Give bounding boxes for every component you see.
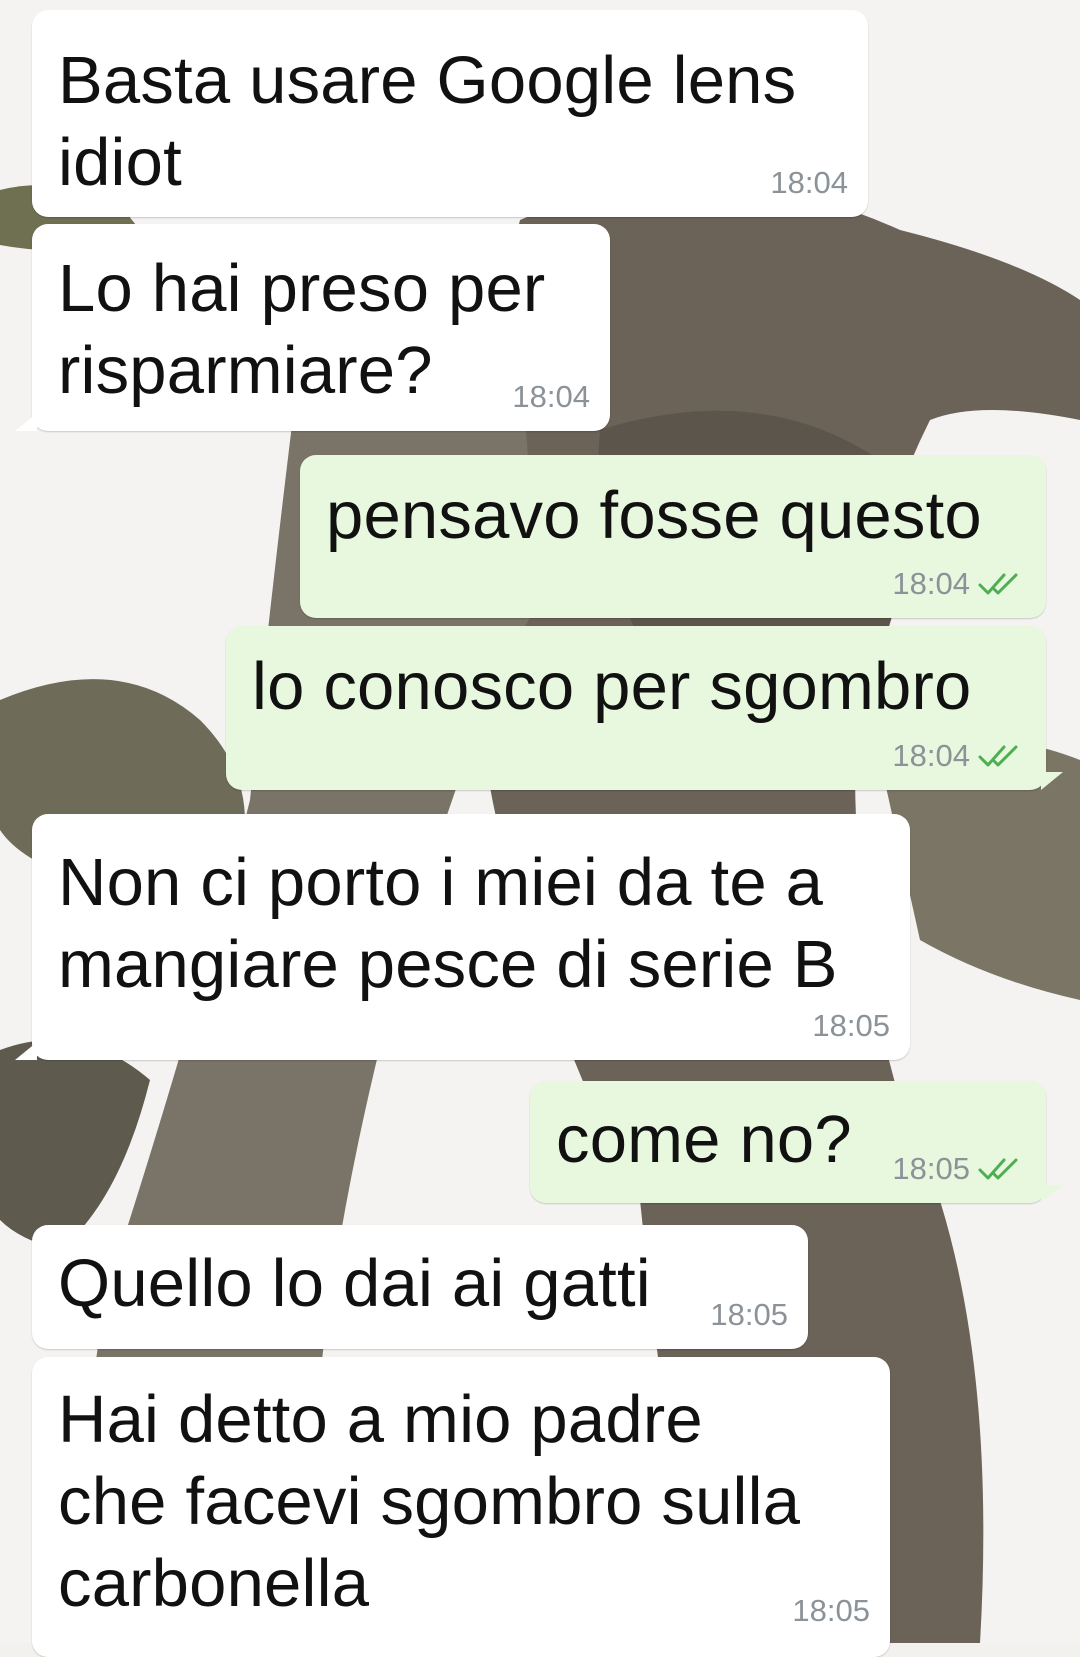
message-time: 18:05 bbox=[812, 1008, 890, 1043]
incoming-message-bubble[interactable]: Hai detto a mio padre che facevi sgombro… bbox=[32, 1357, 890, 1657]
message-text: Hai detto a mio padre che facevi sgombro… bbox=[58, 1382, 801, 1621]
message-meta: 18:05 bbox=[812, 1008, 890, 1044]
message-text: pensavo fosse questo bbox=[326, 478, 982, 553]
message-time: 18:05 bbox=[710, 1297, 788, 1332]
outgoing-message-bubble[interactable]: come no? 18:05 bbox=[530, 1081, 1063, 1203]
message-text: Basta usare Google lens idiot bbox=[58, 43, 797, 200]
message-time: 18:04 bbox=[770, 165, 848, 200]
message-text: come no? bbox=[556, 1102, 852, 1177]
message-meta: 18:04 bbox=[512, 379, 590, 415]
incoming-message-bubble[interactable]: Lo hai preso per risparmiare? 18:04 bbox=[15, 224, 610, 431]
outgoing-message-bubble[interactable]: lo conosco per sgombro 18:04 bbox=[226, 626, 1063, 790]
message-text: Non ci porto i miei da te a mangiare pes… bbox=[58, 845, 838, 1002]
message-meta: 18:04 bbox=[892, 566, 1026, 602]
message-time: 18:04 bbox=[892, 738, 970, 773]
chat-message-list[interactable]: Basta usare Google lens idiot 18:04 Lo h… bbox=[0, 0, 1080, 1657]
message-meta: 18:05 bbox=[892, 1151, 1026, 1187]
read-ticks-icon bbox=[978, 573, 1018, 595]
bubble-tail bbox=[15, 1042, 37, 1060]
message-meta: 18:04 bbox=[892, 738, 1026, 774]
bubble-tail bbox=[1041, 772, 1063, 790]
message-time: 18:05 bbox=[792, 1593, 870, 1628]
message-text: Lo hai preso per risparmiare? bbox=[58, 251, 546, 408]
message-meta: 18:04 bbox=[770, 165, 848, 201]
incoming-message-bubble[interactable]: Basta usare Google lens idiot 18:04 bbox=[32, 10, 868, 217]
incoming-message-bubble[interactable]: Quello lo dai ai gatti 18:05 bbox=[32, 1225, 808, 1349]
outgoing-message-bubble[interactable]: pensavo fosse questo 18:04 bbox=[300, 455, 1046, 618]
message-text: lo conosco per sgombro bbox=[252, 649, 972, 724]
read-ticks-icon bbox=[978, 1158, 1018, 1180]
message-time: 18:04 bbox=[892, 566, 970, 601]
message-meta: 18:05 bbox=[710, 1297, 788, 1333]
message-text: Quello lo dai ai gatti bbox=[58, 1246, 651, 1321]
message-time: 18:04 bbox=[512, 379, 590, 414]
message-meta: 18:05 bbox=[792, 1593, 870, 1629]
message-time: 18:05 bbox=[892, 1151, 970, 1186]
bubble-tail bbox=[1041, 1185, 1063, 1203]
bubble-tail bbox=[15, 413, 37, 431]
incoming-message-bubble[interactable]: Non ci porto i miei da te a mangiare pes… bbox=[15, 814, 910, 1060]
read-ticks-icon bbox=[978, 745, 1018, 767]
